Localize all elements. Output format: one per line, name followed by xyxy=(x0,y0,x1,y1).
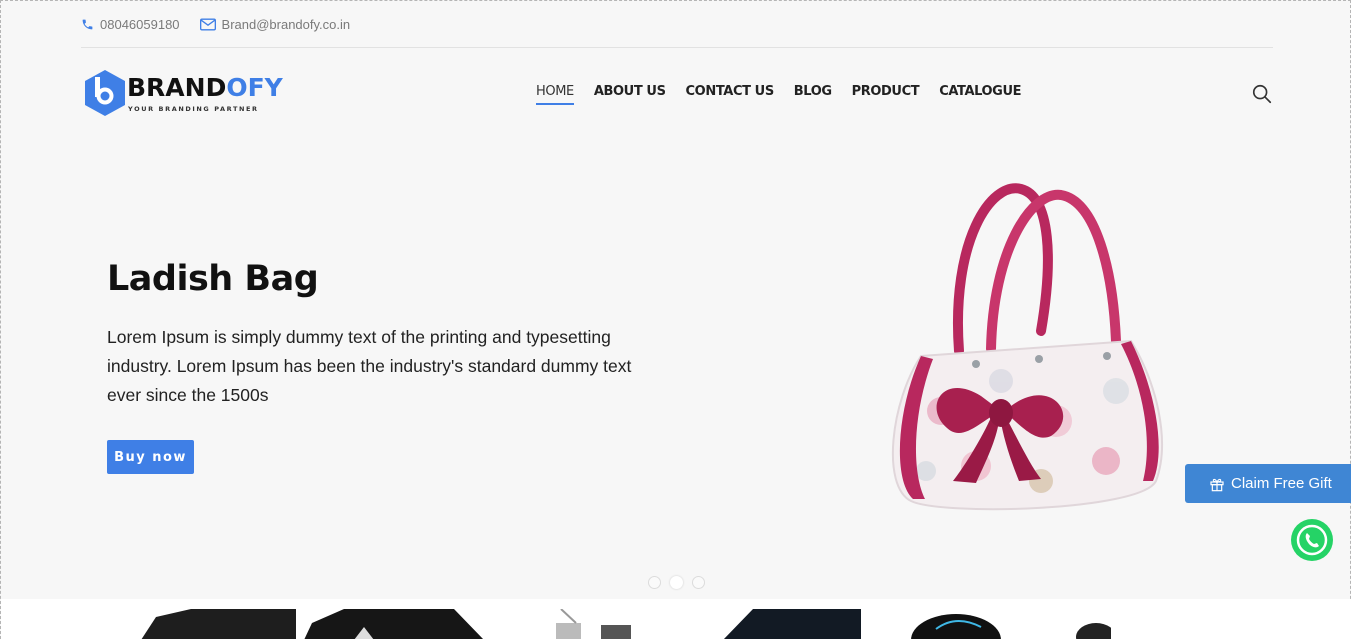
phone-number[interactable]: 08046059180 xyxy=(100,17,180,32)
product-thumb-jacket[interactable] xyxy=(304,609,484,639)
whatsapp-icon[interactable] xyxy=(1289,517,1335,563)
site-header: BRANDOFY YOUR BRANDING PARTNER HOME ABOU… xyxy=(81,49,1273,139)
slide-dot-3[interactable] xyxy=(692,576,705,589)
nav-catalogue[interactable]: CATALOGUE xyxy=(939,84,1021,105)
email-contact[interactable]: Brand@brandofy.co.in xyxy=(199,17,351,32)
nav-contact-us[interactable]: CONTACT US xyxy=(686,84,775,105)
mail-icon xyxy=(199,18,216,30)
slider-pagination xyxy=(648,576,705,589)
brand-logo[interactable]: BRANDOFY YOUR BRANDING PARTNER xyxy=(83,69,283,117)
gift-label: Claim Free Gift xyxy=(1231,475,1332,492)
nav-product[interactable]: PRODUCT xyxy=(852,84,920,105)
brand-tagline: YOUR BRANDING PARTNER xyxy=(128,105,259,113)
slide-dot-1[interactable] xyxy=(648,576,661,589)
handbag-image xyxy=(891,183,1163,511)
claim-free-gift-button[interactable]: Claim Free Gift xyxy=(1185,464,1351,503)
main-nav: HOME ABOUT US CONTACT US BLOG PRODUCT CA… xyxy=(536,84,1021,105)
product-thumb-tshirt[interactable] xyxy=(141,609,296,639)
product-thumb-speaker[interactable] xyxy=(911,609,1111,639)
nav-home[interactable]: HOME xyxy=(536,84,574,105)
search-icon[interactable] xyxy=(1251,83,1273,105)
phone-contact[interactable]: 08046059180 xyxy=(81,17,180,32)
nav-blog[interactable]: BLOG xyxy=(794,84,832,105)
slide-dot-2[interactable] xyxy=(670,576,683,589)
phone-icon xyxy=(82,19,93,29)
hero-title: Ladish Bag xyxy=(107,259,319,299)
nav-about-us[interactable]: ABOUT US xyxy=(594,84,666,105)
product-thumb-accessory[interactable] xyxy=(546,609,646,639)
contact-bar: 08046059180 Brand@brandofy.co.in xyxy=(81,1,1273,48)
product-strip xyxy=(1,599,1351,639)
gift-icon xyxy=(1210,478,1224,491)
brand-name: BRANDOFY xyxy=(127,73,283,102)
logo-hexagon-icon xyxy=(85,70,125,116)
buy-now-button[interactable]: Buy now xyxy=(107,440,194,474)
product-thumb-backpack[interactable] xyxy=(713,609,861,639)
hero-description: Lorem Ipsum is simply dummy text of the … xyxy=(107,327,632,405)
email-address[interactable]: Brand@brandofy.co.in xyxy=(222,17,351,32)
